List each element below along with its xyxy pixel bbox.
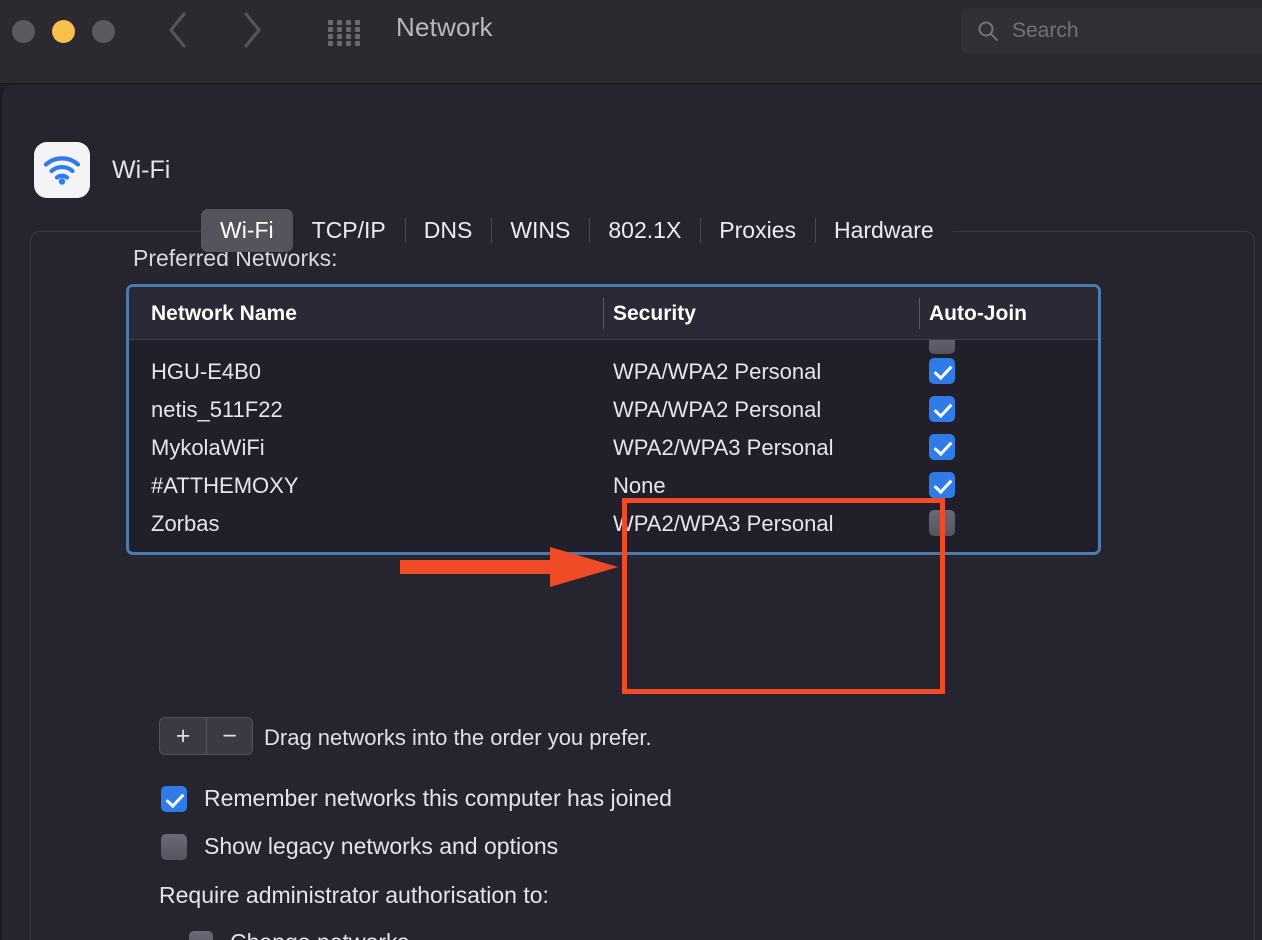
auto-join-cell [929,340,955,354]
auto-join-checkbox[interactable] [929,358,955,384]
tab-wifi[interactable]: Wi-Fi [201,209,293,252]
tab-label: TCP/IP [311,217,386,243]
service-header: Wi-Fi [34,142,170,198]
security-cell: WPA/WPA2 Personal [613,397,822,422]
option-label: Show legacy networks and options [204,833,559,859]
option-label: Remember networks this computer has join… [204,785,672,811]
add-network-button[interactable]: + [160,718,206,754]
auto-join-checkbox[interactable] [929,434,955,460]
network-name-cell: MykolaWiFi [151,435,265,460]
tab-tcpip[interactable]: TCP/IP [293,209,405,252]
navigation-buttons [165,8,265,52]
auto-join-cell [929,510,955,541]
service-name: Wi-Fi [112,155,171,184]
annotation-arrow-icon [400,546,618,588]
auto-join-cell [929,472,955,503]
preferred-networks-table[interactable]: Network Name Security Auto-Join HGU-E4B0… [126,284,1101,555]
security-cell: WPA/WPA2 Personal [613,359,822,384]
column-header-network-name[interactable]: Network Name [151,302,297,326]
column-header-security[interactable]: Security [613,302,696,326]
option-label: Change networks [230,929,409,940]
table-row[interactable]: netis_511F22 WPA/WPA2 Personal [129,392,1098,430]
table-row-partial[interactable] [129,340,1098,354]
network-name-cell: netis_511F22 [151,397,283,422]
tab-bar: Wi-Fi TCP/IP DNS WINS 802.1X Proxies Har… [201,209,953,252]
tab-label: Wi-Fi [220,217,274,243]
chevron-left-icon[interactable] [165,8,191,52]
table-row[interactable]: MykolaWiFi WPA2/WPA3 Personal [129,430,1098,468]
security-cell: WPA2/WPA3 Personal [613,435,834,460]
window-titlebar: Network Search [0,0,1262,84]
wifi-icon [34,142,90,198]
search-placeholder: Search [1012,19,1079,42]
tab-label: DNS [423,217,473,243]
network-preferences-window: Network Search Wi-Fi Wi-Fi TCP/IP DNS WI… [0,0,1262,940]
chevron-right-icon[interactable] [239,8,265,52]
option-show-legacy[interactable]: Show legacy networks and options [161,833,558,860]
tab-label: WINS [510,217,571,243]
auto-join-checkbox[interactable] [929,340,955,354]
tab-label: Proxies [719,217,796,243]
auto-join-checkbox[interactable] [929,396,955,422]
search-input[interactable]: Search [961,8,1262,54]
table-header-row: Network Name Security Auto-Join [129,287,1098,340]
network-name-cell: Zorbas [151,511,220,536]
traffic-light-group [12,20,115,43]
security-cell: None [613,473,666,498]
column-divider [919,298,920,329]
tab-wins[interactable]: WINS [491,209,589,252]
table-row[interactable]: Zorbas WPA2/WPA3 Personal [129,506,1098,544]
minimize-button[interactable] [52,20,75,43]
auto-join-checkbox[interactable] [929,472,955,498]
tab-label: Hardware [834,217,934,243]
tab-proxies[interactable]: Proxies [700,209,815,252]
option-change-networks[interactable]: Change networks [189,929,409,940]
remember-networks-checkbox[interactable] [161,785,187,812]
auto-join-checkbox[interactable] [929,510,955,536]
table-row[interactable]: #ATTHEMOXY None [129,468,1098,506]
grid-view-icon[interactable] [322,18,368,46]
tab-hardware[interactable]: Hardware [815,209,953,252]
network-name-cell: HGU-E4B0 [151,359,262,384]
network-name-cell: #ATTHEMOXY [151,473,299,498]
auto-join-cell [929,358,955,389]
column-header-auto-join[interactable]: Auto-Join [929,302,1027,326]
option-remember-networks[interactable]: Remember networks this computer has join… [161,785,672,812]
table-body: HGU-E4B0 WPA/WPA2 Personal netis_511F22 … [129,340,1098,544]
remove-network-button[interactable]: − [206,718,252,754]
tab-label: 802.1X [608,217,682,243]
search-icon [977,20,999,42]
security-cell: WPA2/WPA3 Personal [613,511,834,536]
require-admin-label: Require administrator authorisation to: [159,882,549,908]
table-row[interactable]: HGU-E4B0 WPA/WPA2 Personal [129,354,1098,392]
preferences-pane: Wi-Fi Wi-Fi TCP/IP DNS WINS 802.1X Proxi… [0,85,1262,940]
close-button[interactable] [12,20,35,43]
auto-join-cell [929,396,955,427]
page-title: Network [396,12,493,42]
auto-join-cell [929,434,955,465]
show-legacy-checkbox[interactable] [161,833,187,860]
zoom-button[interactable] [92,20,115,43]
tab-8021x[interactable]: 802.1X [589,209,700,252]
change-networks-checkbox[interactable] [189,930,213,940]
column-divider [603,298,604,329]
tab-dns[interactable]: DNS [404,209,492,252]
drag-hint-text: Drag networks into the order you prefer. [264,725,652,750]
add-remove-button-group: + − [159,717,253,755]
